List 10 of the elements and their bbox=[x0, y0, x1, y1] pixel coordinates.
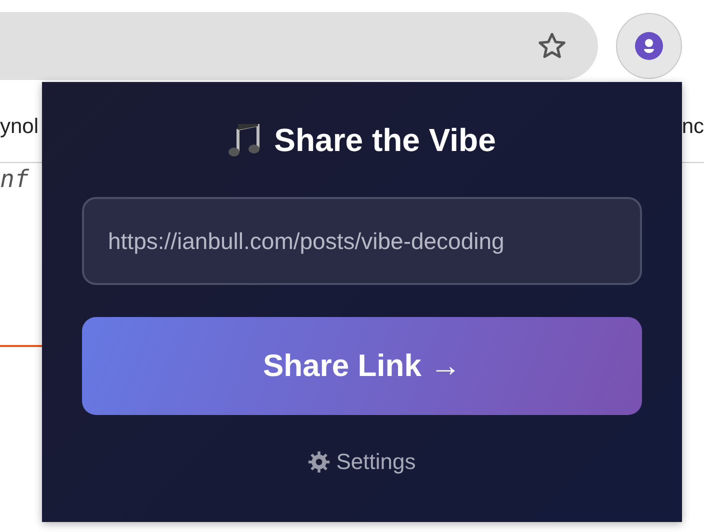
bookmark-text: nc bbox=[682, 115, 704, 139]
extension-logo-icon bbox=[635, 32, 663, 60]
popup-title: Share the Vibe bbox=[274, 122, 496, 159]
bookmark-text: ynol bbox=[0, 115, 39, 139]
star-icon[interactable] bbox=[536, 31, 568, 61]
page-text: nf bbox=[0, 164, 30, 193]
gear-icon bbox=[308, 451, 330, 473]
share-link-button[interactable]: Share Link → bbox=[82, 317, 642, 415]
settings-link[interactable]: Settings bbox=[336, 449, 416, 475]
url-field[interactable]: https://ianbull.com/posts/vibe-decoding bbox=[82, 197, 642, 285]
